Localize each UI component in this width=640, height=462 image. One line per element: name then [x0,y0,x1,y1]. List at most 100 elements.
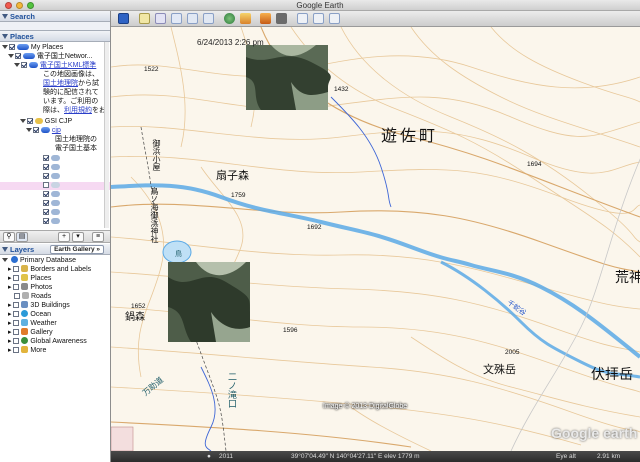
places-section-header[interactable]: Places [0,31,110,42]
checkbox[interactable] [21,62,27,68]
checkbox[interactable] [13,347,20,353]
checkbox[interactable] [43,182,49,188]
checkbox[interactable] [13,338,20,344]
menu-icon[interactable]: ≡ [92,232,104,242]
disclosure-triangle-icon[interactable] [20,119,26,123]
checkbox[interactable] [43,191,49,197]
checkbox[interactable] [43,164,49,170]
tree-item-overlay[interactable] [43,182,60,190]
email-icon[interactable] [297,13,308,24]
layer-item[interactable]: ▸ More [8,346,46,355]
checkbox[interactable] [43,200,49,206]
disclosure-triangle-icon[interactable] [2,34,8,39]
terms-link[interactable]: 利用規約 [64,107,92,114]
sun-icon[interactable] [240,13,251,24]
tree-item-overlay[interactable] [43,200,60,208]
tree-item-overlay[interactable] [43,155,60,163]
tree-item-cjp[interactable]: cjp [26,127,61,135]
overlay-icon [50,218,60,224]
layer-item[interactable]: ▸ Borders and Labels [8,265,91,274]
planets-icon[interactable] [260,13,271,24]
checkbox[interactable] [9,44,15,50]
map-view[interactable]: 6/24/2013 2:26 pm 遊佐町 扇子森 鍋森 文殊岳 伏拝岳 荒神 … [111,27,640,451]
checkbox[interactable] [13,266,20,272]
layer-label: Ocean [30,311,52,318]
tree-item-overlay[interactable] [43,209,60,217]
layer-item[interactable]: ▸ Ocean [8,310,51,319]
record-tour-icon[interactable] [203,13,214,24]
chevron-down-icon[interactable]: ▾ [72,232,84,242]
tree-item-overlay[interactable] [43,218,60,226]
image-overlay-icon[interactable] [187,13,198,24]
disclosure-triangle-icon[interactable] [2,14,8,19]
polygon-icon[interactable] [155,13,166,24]
layer-item[interactable]: ▸ Weather [8,319,57,328]
sidebar-toggle-icon[interactable] [118,13,129,24]
layer-item[interactable]: ▸ Photos [8,283,52,292]
kml-link[interactable]: 電子国土KML標準 [40,62,96,69]
tree-item-overlay[interactable] [43,191,60,199]
layer-item[interactable]: Primary Database [2,256,76,265]
elevation-label: 1596 [283,327,298,334]
disclosure-triangle-icon[interactable] [2,258,8,262]
photos-icon [21,283,29,290]
tree-item-overlay[interactable] [43,164,60,172]
checkbox[interactable] [13,275,20,281]
checkbox[interactable] [13,284,20,290]
tree-item-network-link[interactable]: 電子国土Networ... [8,53,93,61]
layers-section-header[interactable]: Layers Earth Gallery » [0,244,110,255]
checkbox[interactable] [14,293,20,299]
tree-item-overlay[interactable] [43,173,60,181]
gsi-link[interactable]: 国土地理院 [43,80,78,87]
earth-gallery-button[interactable]: Earth Gallery » [50,245,104,254]
placemark-icon[interactable] [139,13,150,24]
sidebar-toggle-icon[interactable]: ▤ [16,232,28,242]
tree-item-gsi-cjp[interactable]: GSI CJP [20,118,72,126]
earth-gallery-label: Earth Gallery [54,246,95,253]
checkbox[interactable] [43,209,49,215]
layer-item[interactable]: ▸ Gallery [8,328,53,337]
time-slider-icon[interactable]: ● [207,451,211,462]
layer-item[interactable]: ▸ Global Awareness [8,337,87,346]
elevation-label: 1759 [231,192,246,199]
checkbox[interactable] [27,118,33,124]
checkbox[interactable] [15,53,21,59]
main-toolbar [111,11,640,27]
places-icon [21,274,29,281]
checkbox[interactable] [13,320,20,326]
tree-item-kml[interactable]: 電子国土KML標準 [14,62,96,70]
checkbox[interactable] [13,302,20,308]
add-icon[interactable]: + [58,232,70,242]
map-stamp [111,426,134,451]
checkbox[interactable] [13,311,20,317]
tree-item-my-places[interactable]: My Places [2,44,63,52]
search-section-header[interactable]: Search [0,11,110,22]
ruler-icon[interactable] [276,13,287,24]
disclosure-triangle-icon[interactable] [2,247,8,252]
historical-imagery-icon[interactable] [224,13,235,24]
cjp-link[interactable]: cjp [52,127,61,134]
search-section-label: Search [10,12,36,21]
checkbox[interactable] [43,218,49,224]
print-icon[interactable] [313,13,324,24]
disclosure-triangle-icon[interactable] [14,63,20,67]
boundary-line [510,158,640,451]
disclosure-triangle-icon[interactable] [8,54,14,58]
checkbox[interactable] [13,329,20,335]
disclosure-triangle-icon[interactable] [2,45,8,49]
layer-item[interactable]: ▸ 3D Buildings [8,301,70,310]
checkbox[interactable] [43,173,49,179]
layer-item[interactable]: Roads [14,292,51,301]
disclosure-triangle-icon[interactable] [26,128,32,132]
view-in-maps-icon[interactable] [329,13,340,24]
checkbox[interactable] [43,155,49,161]
layer-label: Places [30,275,52,282]
contour-lines [111,27,640,451]
description-line: 国土地理院から試 [43,80,99,88]
layer-item[interactable]: ▸ Places [8,274,51,283]
places-scrollbar[interactable] [104,42,109,228]
checkbox[interactable] [33,127,39,133]
imagery-year: 2011 [219,453,233,460]
search-icon[interactable]: ⚲ [3,232,15,242]
path-icon[interactable] [171,13,182,24]
